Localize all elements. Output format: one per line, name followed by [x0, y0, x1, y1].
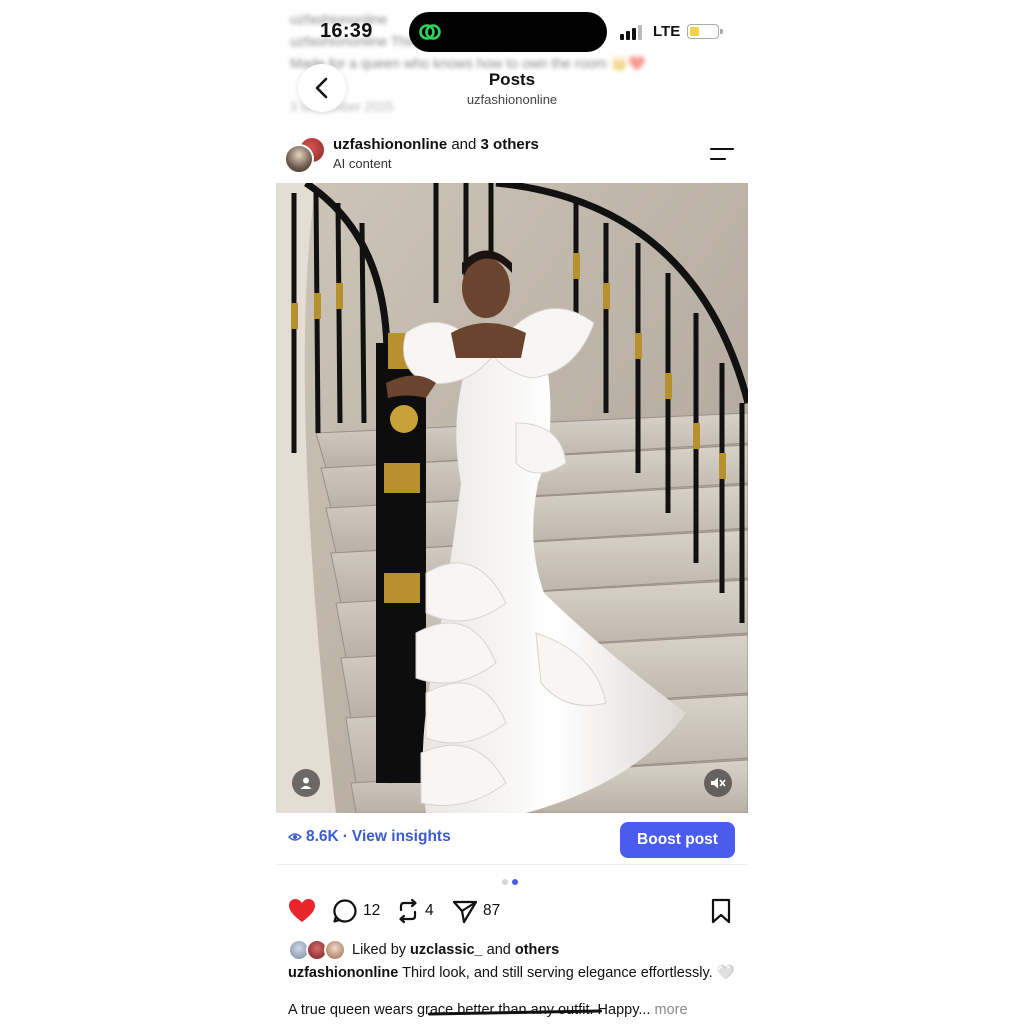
post-coauthors[interactable]: 3 others [481, 136, 539, 153]
tagged-people-button[interactable] [292, 769, 320, 797]
liked-by-user[interactable]: uzclassic_ [410, 942, 483, 958]
avatar [284, 144, 314, 174]
liked-by-others[interactable]: others [515, 942, 559, 958]
phone-screen: uzfashiononline uzfashiononline Third lo… [276, 0, 748, 1024]
page-subtitle[interactable]: uzfashiononline [276, 92, 748, 107]
ai-content-label[interactable]: AI content [333, 156, 392, 171]
liked-by-and: and [486, 942, 511, 958]
share-button[interactable]: 87 [452, 898, 500, 924]
photo-illustration [276, 183, 748, 813]
post-image[interactable] [276, 183, 748, 813]
heart-icon [289, 899, 315, 922]
eye-icon [288, 833, 302, 841]
comment-count: 12 [363, 902, 381, 919]
battery-icon [687, 24, 723, 39]
post-menu-button[interactable] [710, 144, 736, 166]
caption-continued: A true queen wears grace better than any… [288, 1001, 738, 1020]
view-insights-link[interactable]: 8.6K · View insights [288, 828, 451, 846]
share-count: 87 [483, 902, 501, 919]
post-caption: uzfashiononline Third look, and still se… [288, 964, 738, 983]
divider [276, 864, 748, 865]
liked-by-prefix: Liked by [352, 942, 407, 958]
link-app-icon [419, 24, 441, 40]
send-icon [452, 900, 478, 924]
caption-author[interactable]: uzfashiononline [288, 965, 398, 981]
author-avatars[interactable] [284, 136, 326, 174]
status-bar: 16:39 LTE [276, 10, 748, 54]
muted-speaker-icon [711, 777, 726, 789]
author-and: and [451, 136, 477, 153]
mute-button[interactable] [704, 769, 732, 797]
post-header: uzfashiononline and 3 others AI content [276, 130, 748, 182]
insights-separator: · [342, 828, 348, 845]
bookmark-icon [711, 898, 731, 924]
page-title: Posts [488, 70, 536, 89]
insights-link-label: View insights [351, 828, 451, 845]
post-author[interactable]: uzfashiononline [333, 136, 447, 153]
network-type: LTE [653, 23, 681, 40]
liked-by[interactable]: Liked by uzclassic_ and others [288, 938, 559, 962]
dynamic-island[interactable] [409, 12, 607, 52]
more-link[interactable]: more [654, 1002, 687, 1018]
clock: 16:39 [320, 20, 373, 42]
action-bar: 12 4 87 [288, 898, 738, 928]
views-count: 8.6K [306, 828, 339, 845]
comment-icon [333, 899, 357, 923]
repost-button[interactable]: 4 [396, 898, 434, 924]
caption-text: Third look, and still serving elegance e… [402, 965, 735, 981]
repost-icon [399, 898, 417, 924]
like-button[interactable] [288, 898, 316, 924]
carousel-dot [502, 879, 508, 885]
carousel-indicator [502, 879, 522, 887]
avatar [324, 939, 346, 961]
post-author-line[interactable]: uzfashiononline and 3 others [333, 136, 539, 153]
person-tag-icon [300, 777, 312, 789]
signal-icon [620, 24, 644, 40]
menu-icon [710, 148, 734, 151]
comment-button[interactable]: 12 [332, 898, 380, 924]
liker-avatars [288, 939, 346, 961]
carousel-dot-active [512, 879, 518, 885]
repost-count: 4 [425, 902, 434, 919]
boost-post-button[interactable]: Boost post [620, 822, 735, 858]
save-button[interactable] [710, 898, 732, 924]
